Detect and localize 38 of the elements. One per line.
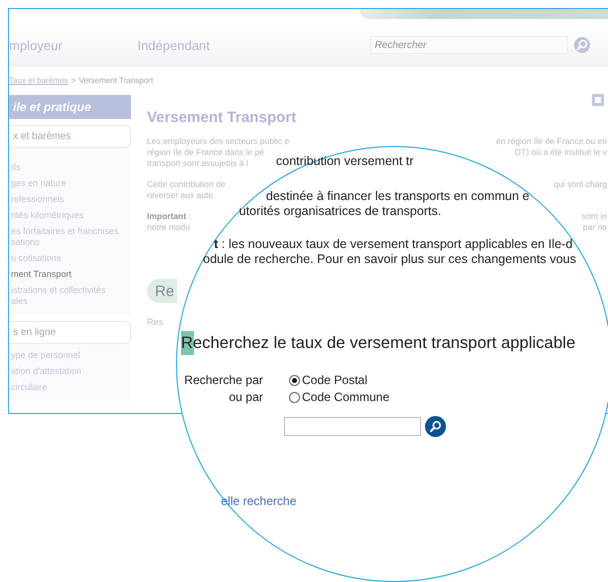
radio-button[interactable] bbox=[289, 374, 300, 386]
paragraph-text: par no bbox=[582, 222, 607, 233]
breadcrumb-current: Versement Transport bbox=[78, 76, 154, 85]
paragraph-text: destinée à financer les transports en commun e bbox=[266, 189, 530, 204]
paragraph-text: sont in bbox=[582, 211, 607, 222]
paragraph-text: reverser aux auto bbox=[147, 190, 214, 201]
nav-link[interactable]: Indépendant bbox=[137, 38, 210, 52]
sidebar-header: ile et pratique bbox=[9, 95, 131, 119]
option-prefix: ou par bbox=[228, 390, 263, 404]
nav-link[interactable]: mployeur bbox=[9, 38, 62, 52]
sidebar-item[interactable]: ment Transport bbox=[11, 269, 131, 280]
paragraph-text: OT) où a été institué le v bbox=[514, 147, 607, 158]
breadcrumb-link[interactable]: Taux et barèmes bbox=[9, 76, 68, 85]
paragraph-text: transport sont assujettis à l bbox=[147, 158, 248, 169]
search-tab-button[interactable]: Re bbox=[147, 279, 177, 303]
radio-button[interactable] bbox=[289, 392, 300, 402]
paragraph-text: en région Ile de France ou en bbox=[496, 136, 607, 147]
paragraph-text: qui sont charg bbox=[554, 179, 607, 190]
sidebar-section-title[interactable]: s en ligne bbox=[9, 321, 131, 344]
radio-label[interactable]: Code Commune bbox=[302, 390, 608, 404]
paragraph-text: Cette contribution de bbox=[147, 179, 226, 190]
code-input-field[interactable] bbox=[284, 417, 421, 436]
paragraph-text: Important : bbox=[147, 211, 191, 222]
paragraph-text: notre modu bbox=[147, 222, 190, 233]
paragraph-text: région Ile de France dans le pé bbox=[147, 147, 264, 158]
page-title: Versement Transport bbox=[147, 109, 298, 126]
search-field[interactable]: Rechercher bbox=[370, 36, 568, 54]
search-button[interactable] bbox=[425, 416, 446, 437]
option-prefix: Recherche par bbox=[183, 373, 263, 387]
radio-label[interactable]: Code Postal bbox=[302, 373, 608, 387]
breadcrumb-separator: > bbox=[71, 76, 76, 85]
sidebar-section-title[interactable]: x et barèmes bbox=[9, 125, 131, 148]
paragraph-text: Les employeurs des secteurs public e bbox=[147, 136, 290, 147]
paragraph-text: odule de recherche. Pour en savoir plus sur ces changements vous bbox=[203, 252, 576, 267]
search-icon bbox=[429, 420, 442, 433]
paragraph-text: t : les nouveaux taux de versement transport applicables en Ile-d bbox=[214, 237, 573, 252]
search-label: Res bbox=[147, 317, 164, 327]
paragraph-text: utorités organisatrices de transports. bbox=[239, 204, 442, 219]
